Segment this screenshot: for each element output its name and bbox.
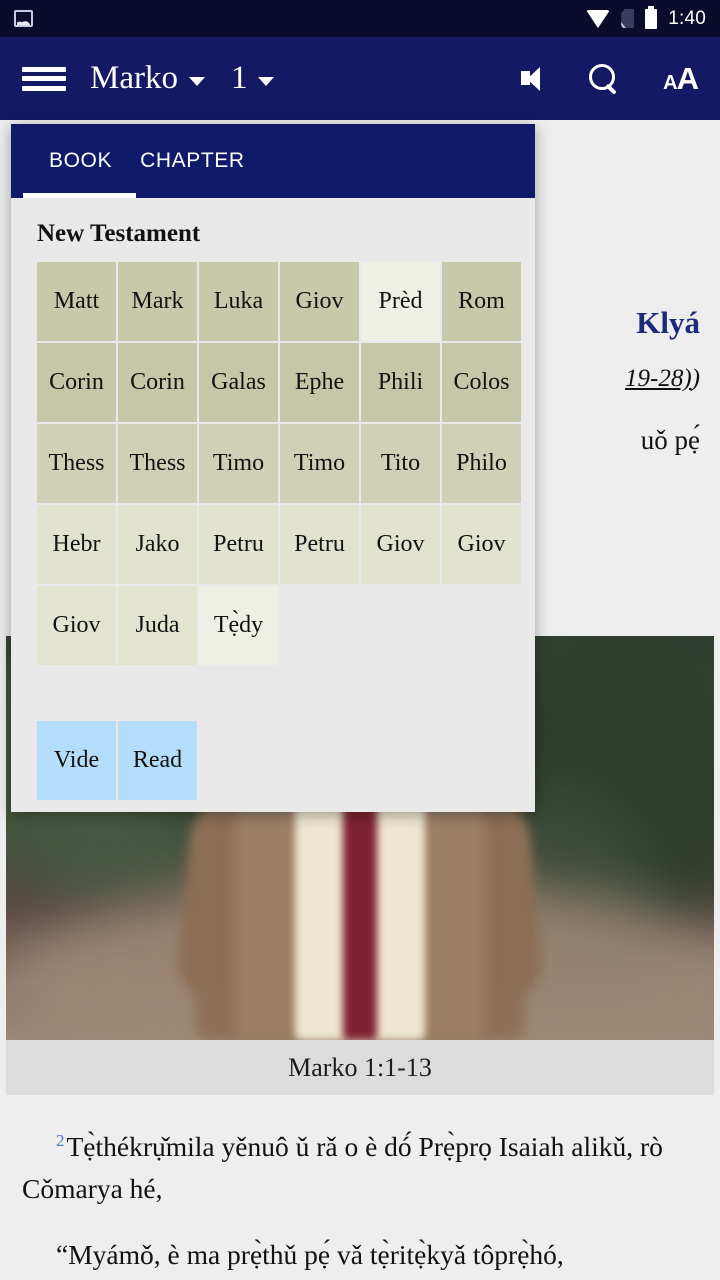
- app-bar-actions: AA: [519, 63, 699, 94]
- verse-number[interactable]: 2: [56, 1131, 65, 1150]
- book-button-label: Corin: [49, 369, 104, 395]
- book-button[interactable]: Luka: [199, 262, 278, 341]
- tab-chapter[interactable]: CHAPTER: [126, 124, 259, 198]
- book-button-label: Phili: [377, 369, 424, 395]
- picker-tab-bar: BOOK CHAPTER: [11, 124, 535, 198]
- book-button-label: Luka: [213, 288, 264, 314]
- book-button[interactable]: Giov: [361, 505, 440, 584]
- book-button-label: Thess: [48, 450, 105, 476]
- tab-book[interactable]: BOOK: [22, 124, 137, 198]
- book-button[interactable]: Mark: [118, 262, 197, 341]
- book-button-label: Matt: [53, 288, 100, 314]
- status-bar-left: [14, 10, 33, 27]
- book-button[interactable]: Tito: [361, 424, 440, 503]
- book-button[interactable]: Phili: [361, 343, 440, 422]
- picker-action-buttons: Vide Read: [11, 665, 535, 800]
- book-button-label: Giov: [457, 531, 506, 557]
- action-button-read[interactable]: Read: [118, 721, 197, 800]
- action-button-label: Read: [132, 747, 183, 773]
- wifi-icon: [586, 9, 611, 28]
- poetry-line: “Myámǒ, è ma prẹ̀thǔ pẹ́ vǎ tẹ̀ritẹ̀kyǎ …: [56, 1239, 564, 1271]
- book-button[interactable]: Giov: [280, 262, 359, 341]
- book-grid: Matt Mark Luka Giov Prèd Rom Corin Corin Galas Ep…: [11, 258, 535, 665]
- app-root: 1:40 Marko 1 AA Klyá 19-28)) uǒ pẹ́ Mark…: [0, 0, 720, 1280]
- status-bar-right: 1:40: [586, 5, 706, 30]
- book-button-label: Thess: [129, 450, 186, 476]
- book-button-label: Prèd: [378, 288, 423, 314]
- book-button-label: Juda: [135, 612, 180, 638]
- book-button[interactable]: Corin: [118, 343, 197, 422]
- book-button[interactable]: Thess: [118, 424, 197, 503]
- book-button-label: Rom: [458, 288, 505, 314]
- book-button-label: Petru: [213, 531, 264, 557]
- book-button-label: Petru: [294, 531, 345, 557]
- book-button-label: Timo: [293, 450, 346, 476]
- chapter-chevron-down-icon[interactable]: [258, 77, 275, 86]
- book-button[interactable]: Galas: [199, 343, 278, 422]
- book-button-label: Giov: [376, 531, 425, 557]
- book-button[interactable]: Colos: [442, 343, 521, 422]
- illustration-caption: Marko 1:1-13: [6, 1040, 714, 1095]
- verse-text: Tẹ̀thékrụ̌mila yěnuô ǔ rǎ o è dó́ Prẹ̀pr…: [22, 1131, 663, 1205]
- book-button-label: Ephe: [294, 369, 345, 395]
- book-button-label: Giov: [295, 288, 344, 314]
- text-size-icon[interactable]: AA: [663, 63, 699, 94]
- book-button[interactable]: Tẹ̀dy: [199, 586, 278, 665]
- cross-reference-link[interactable]: 19-28): [625, 365, 692, 392]
- book-button[interactable]: Petru: [199, 505, 278, 584]
- book-button-label: Giov: [52, 612, 101, 638]
- verse-paragraph: 2Tẹ̀thékrụ̌mila yěnuô ǔ rǎ o è dó́ Prẹ̀p…: [22, 1120, 698, 1210]
- search-icon[interactable]: [589, 63, 619, 94]
- book-button[interactable]: Rom: [442, 262, 521, 341]
- book-button[interactable]: Timo: [199, 424, 278, 503]
- book-button-label: Corin: [130, 369, 185, 395]
- book-button[interactable]: Petru: [280, 505, 359, 584]
- sim-off-icon: [621, 9, 635, 28]
- book-button[interactable]: Giov: [442, 505, 521, 584]
- app-bar: Marko 1 AA: [0, 37, 720, 120]
- book-button-label: Jako: [135, 531, 180, 557]
- hamburger-menu-icon[interactable]: [22, 64, 66, 94]
- book-button-label: Tẹ̀dy: [213, 612, 264, 638]
- book-button[interactable]: Timo: [280, 424, 359, 503]
- book-button-label: Mark: [131, 288, 184, 314]
- poetry-line: thyáphú a ki mẹmǒ one rẹ́ pẹ́ nẹ̀klyá lẹ…: [22, 1276, 698, 1280]
- action-button-label: Vide: [53, 747, 100, 773]
- speaker-icon[interactable]: [519, 66, 545, 92]
- battery-icon: [645, 5, 658, 29]
- book-button-label: Philo: [456, 450, 507, 476]
- book-chevron-down-icon[interactable]: [188, 77, 205, 86]
- verse-container: 2Tẹ̀thékrụ̌mila yěnuô ǔ rǎ o è dó́ Prẹ̀p…: [0, 1120, 720, 1280]
- book-button-label: Colos: [453, 369, 510, 395]
- book-button[interactable]: Philo: [442, 424, 521, 503]
- status-bar: 1:40: [0, 0, 720, 37]
- book-button-label: Hebr: [52, 531, 101, 557]
- action-button-vide[interactable]: Vide: [37, 721, 116, 800]
- book-title[interactable]: Marko: [90, 60, 178, 97]
- book-button[interactable]: Corin: [37, 343, 116, 422]
- book-button[interactable]: Jako: [118, 505, 197, 584]
- book-button-label: Tito: [380, 450, 421, 476]
- book-button[interactable]: Hebr: [37, 505, 116, 584]
- testament-section-title: New Testament: [37, 220, 201, 247]
- photo-notification-icon: [14, 10, 33, 27]
- book-chapter-picker-panel: BOOK CHAPTER New Testament Matt Mark Luka G…: [11, 124, 535, 812]
- book-button[interactable]: Prèd: [361, 262, 440, 341]
- book-button-label: Timo: [212, 450, 265, 476]
- book-button[interactable]: Ephe: [280, 343, 359, 422]
- book-button[interactable]: Matt: [37, 262, 116, 341]
- book-button[interactable]: Juda: [118, 586, 197, 665]
- book-button[interactable]: Giov: [37, 586, 116, 665]
- chapter-number[interactable]: 1: [231, 60, 248, 97]
- book-button-label: Galas: [211, 369, 266, 395]
- book-button[interactable]: Thess: [37, 424, 116, 503]
- status-bar-clock: 1:40: [668, 7, 706, 29]
- poetry-block: “Myámǒ, è ma prẹ̀thǔ pẹ́ vǎ tẹ̀ritẹ̀kyǎ …: [22, 1234, 698, 1280]
